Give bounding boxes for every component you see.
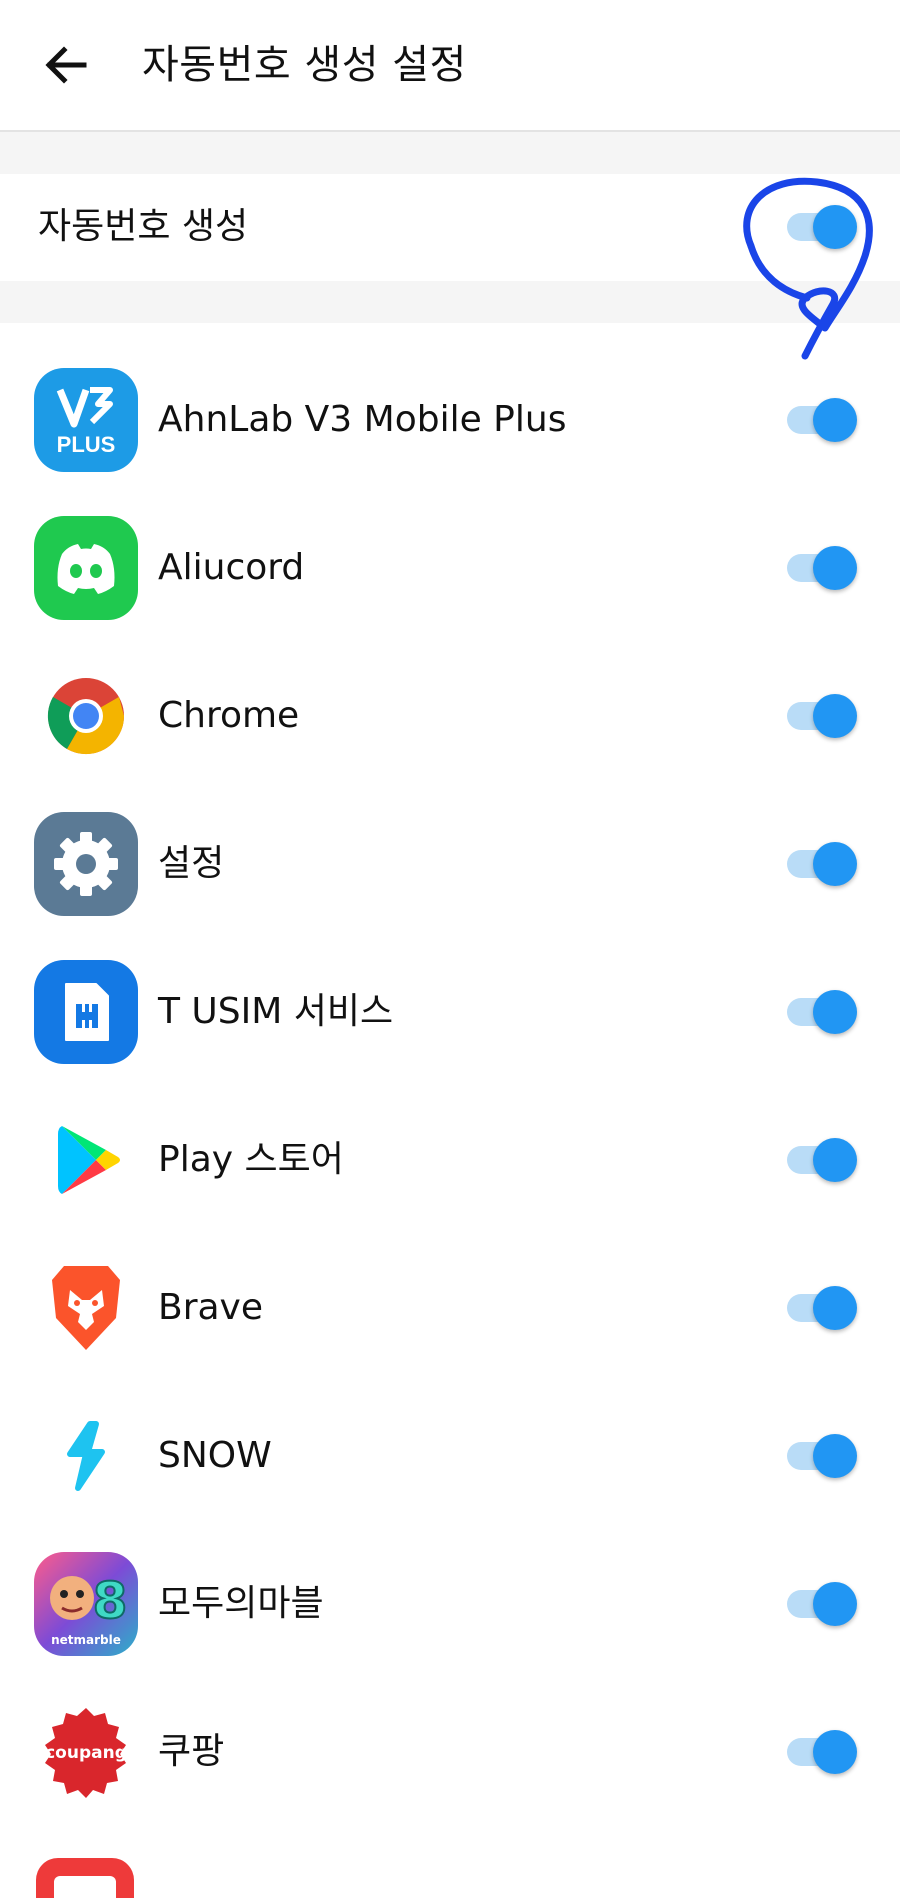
- master-setting-label: 자동번호 생성: [38, 206, 249, 247]
- snow-bolt-icon: [34, 1404, 138, 1508]
- app-name: SNOW: [158, 1435, 272, 1476]
- list-item[interactable]: Brave: [0, 1211, 900, 1359]
- netmarble-game-icon: 8 netmarble: [34, 1552, 138, 1656]
- app-toggle[interactable]: [785, 839, 861, 889]
- list-item[interactable]: coupang 쿠팡: [0, 1655, 900, 1803]
- list-item[interactable]: 설정: [0, 767, 900, 916]
- toggle-thumb: [813, 842, 857, 886]
- app-toggle[interactable]: [785, 543, 861, 593]
- coupang-icon: coupang: [34, 1700, 138, 1804]
- toggle-thumb: [813, 694, 857, 738]
- toggle-thumb: [813, 990, 857, 1034]
- toggle-thumb: [813, 398, 857, 442]
- svg-text:PLUS: PLUS: [57, 432, 116, 457]
- app-toggle[interactable]: [785, 987, 861, 1037]
- app-name: Chrome: [158, 695, 300, 736]
- app-toggle[interactable]: [785, 1431, 861, 1481]
- toggle-thumb: [813, 1582, 857, 1626]
- brave-lion-icon: [34, 1256, 138, 1360]
- app-name: T USIM 서비스: [158, 991, 394, 1032]
- list-item[interactable]: SNOW: [0, 1359, 900, 1507]
- discord-icon: [34, 516, 138, 620]
- app-name: Aliucord: [158, 547, 305, 588]
- master-setting-row[interactable]: 자동번호 생성: [0, 174, 900, 281]
- toggle-thumb: [813, 1434, 857, 1478]
- list-item[interactable]: PLUS AhnLab V3 Mobile Plus: [0, 323, 900, 472]
- svg-text:8: 8: [93, 1572, 128, 1630]
- page-title: 자동번호 생성 설정: [142, 42, 467, 88]
- app-toggle[interactable]: [785, 1727, 861, 1777]
- play-store-icon: [34, 1108, 138, 1212]
- app-list: PLUS AhnLab V3 Mobile Plus Aliucord Chro…: [0, 323, 900, 1803]
- list-item[interactable]: T USIM 서비스: [0, 915, 900, 1064]
- settings-gear-icon: [34, 812, 138, 916]
- app-name: Brave: [158, 1287, 264, 1328]
- app-name: 쿠팡: [158, 1731, 225, 1772]
- toggle-thumb: [813, 1138, 857, 1182]
- app-toggle[interactable]: [785, 691, 861, 741]
- app-name: Play 스토어: [158, 1139, 344, 1180]
- list-item[interactable]: 8 netmarble 모두의마블: [0, 1507, 900, 1656]
- master-toggle[interactable]: [785, 202, 861, 252]
- app-name: AhnLab V3 Mobile Plus: [158, 399, 567, 440]
- app-toggle[interactable]: [785, 1135, 861, 1185]
- list-item[interactable]: Aliucord: [0, 471, 900, 620]
- list-item[interactable]: Play 스토어: [0, 1063, 900, 1211]
- svg-text:netmarble: netmarble: [51, 1633, 121, 1647]
- toggle-thumb: [813, 1730, 857, 1774]
- v3-plus-icon: PLUS: [34, 368, 138, 472]
- list-item[interactable]: Chrome: [0, 619, 900, 767]
- toggle-thumb: [813, 1286, 857, 1330]
- app-name: 설정: [158, 843, 225, 884]
- toggle-thumb: [813, 546, 857, 590]
- app-toggle[interactable]: [785, 1579, 861, 1629]
- arrow-left-icon: [45, 46, 87, 84]
- section-divider: [0, 281, 900, 323]
- toggle-thumb: [813, 205, 857, 249]
- app-icon-partial: [36, 1858, 134, 1898]
- chrome-icon: [34, 664, 138, 768]
- app-toggle[interactable]: [785, 1283, 861, 1333]
- back-button[interactable]: [36, 37, 96, 93]
- sim-card-icon: [34, 960, 138, 1064]
- svg-text:coupang: coupang: [45, 1743, 127, 1763]
- app-name: 모두의마블: [158, 1583, 324, 1624]
- app-toggle[interactable]: [785, 395, 861, 445]
- app-bar: 자동번호 생성 설정: [0, 0, 900, 132]
- section-divider: [0, 132, 900, 174]
